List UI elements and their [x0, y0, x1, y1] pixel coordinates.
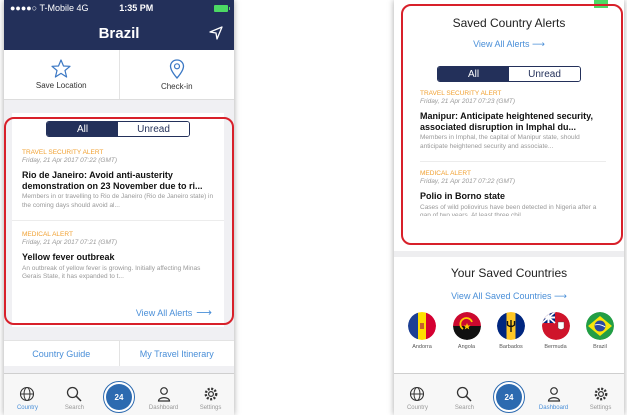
- globe-icon: [410, 386, 425, 402]
- country-item-brazil[interactable]: Brazil: [582, 312, 618, 350]
- tab-label: Dashboard: [538, 405, 569, 411]
- battery-icon: [214, 4, 230, 12]
- tab-search[interactable]: Search: [441, 374, 488, 415]
- map-pin-icon: [169, 58, 184, 79]
- tab-dashboard[interactable]: Dashboard: [140, 374, 187, 415]
- tab-label: Country: [406, 405, 428, 411]
- country-item-bermuda[interactable]: Bermuda: [538, 312, 574, 350]
- tab-label: Dashboard: [148, 405, 179, 411]
- user-icon: [157, 387, 170, 402]
- phone-24-icon: 24: [496, 384, 522, 410]
- country-label: Bermuda: [544, 344, 567, 350]
- tab-dashboard[interactable]: Dashboard: [530, 374, 577, 415]
- tab-bar: Country Search Dashboard Settings 24: [394, 373, 624, 415]
- status-bar: ●●●●○ T-Mobile 4G 1:35 PM: [4, 0, 234, 16]
- tab-label: Settings: [199, 405, 222, 411]
- bottom-links: Country Guide My Travel Itinerary: [4, 340, 234, 366]
- angola-flag-icon: [452, 312, 481, 340]
- check-in-label: Check-in: [160, 81, 193, 91]
- highlight-alerts-left: [4, 117, 234, 325]
- tab-label: Settings: [589, 405, 612, 411]
- tab-country[interactable]: Country: [4, 374, 51, 415]
- gear-icon: [204, 387, 217, 401]
- highlight-alerts-right: [401, 4, 623, 245]
- globe-icon: [20, 386, 35, 402]
- tab-label: Search: [64, 405, 84, 411]
- star-icon: [51, 59, 71, 78]
- brazil-flag-icon: [586, 312, 614, 340]
- bermuda-flag-icon: [541, 312, 570, 340]
- action-row: Save Location Check-in: [4, 50, 234, 100]
- clock: 1:35 PM: [119, 3, 154, 13]
- country-label: Barbados: [499, 344, 523, 350]
- country-guide-link[interactable]: Country Guide: [4, 341, 119, 366]
- section-separator: [394, 251, 624, 257]
- search-icon: [67, 386, 82, 402]
- gear-icon: [594, 387, 607, 401]
- andorra-flag-icon: [408, 312, 436, 340]
- tab-label: Search: [454, 405, 474, 411]
- search-icon: [457, 386, 472, 402]
- save-location-button[interactable]: Save Location: [4, 50, 119, 99]
- page-title: Brazil: [98, 24, 140, 42]
- tab-label: Country: [16, 405, 38, 411]
- saved-countries-list: Andorra Angola Barbados Bermuda Brazil: [404, 312, 618, 350]
- saved-countries-title: Your Saved Countries: [450, 266, 568, 280]
- emergency-call-button[interactable]: 24: [493, 381, 525, 413]
- view-all-saved-countries-label: View All Saved Countries: [451, 291, 552, 301]
- user-icon: [547, 387, 560, 402]
- country-label: Brazil: [593, 344, 607, 350]
- country-item-angola[interactable]: Angola: [449, 312, 485, 350]
- tab-search[interactable]: Search: [51, 374, 98, 415]
- country-label: Angola: [457, 344, 476, 350]
- country-label: Andorra: [412, 344, 432, 350]
- barbados-flag-icon: [497, 312, 525, 340]
- emergency-call-button[interactable]: 24: [103, 381, 135, 413]
- country-item-barbados[interactable]: Barbados: [493, 312, 529, 350]
- phone-24-icon: 24: [106, 384, 132, 410]
- arrow-right-icon: ⟶: [554, 291, 567, 301]
- nav-header: Brazil: [4, 16, 234, 50]
- travel-itinerary-link[interactable]: My Travel Itinerary: [118, 341, 235, 366]
- send-location-icon[interactable]: [208, 25, 224, 41]
- save-location-label: Save Location: [35, 81, 87, 90]
- tab-country[interactable]: Country: [394, 374, 441, 415]
- country-item-andorra[interactable]: Andorra: [404, 312, 440, 350]
- view-all-saved-countries-link[interactable]: View All Saved Countries ⟶: [394, 291, 624, 302]
- tab-settings[interactable]: Settings: [577, 374, 624, 415]
- check-in-button[interactable]: Check-in: [118, 50, 235, 99]
- tab-settings[interactable]: Settings: [187, 374, 234, 415]
- tab-bar: Country Search Dashboard Settings 24: [4, 373, 234, 415]
- carrier-label: ●●●●○ T-Mobile 4G: [10, 3, 89, 13]
